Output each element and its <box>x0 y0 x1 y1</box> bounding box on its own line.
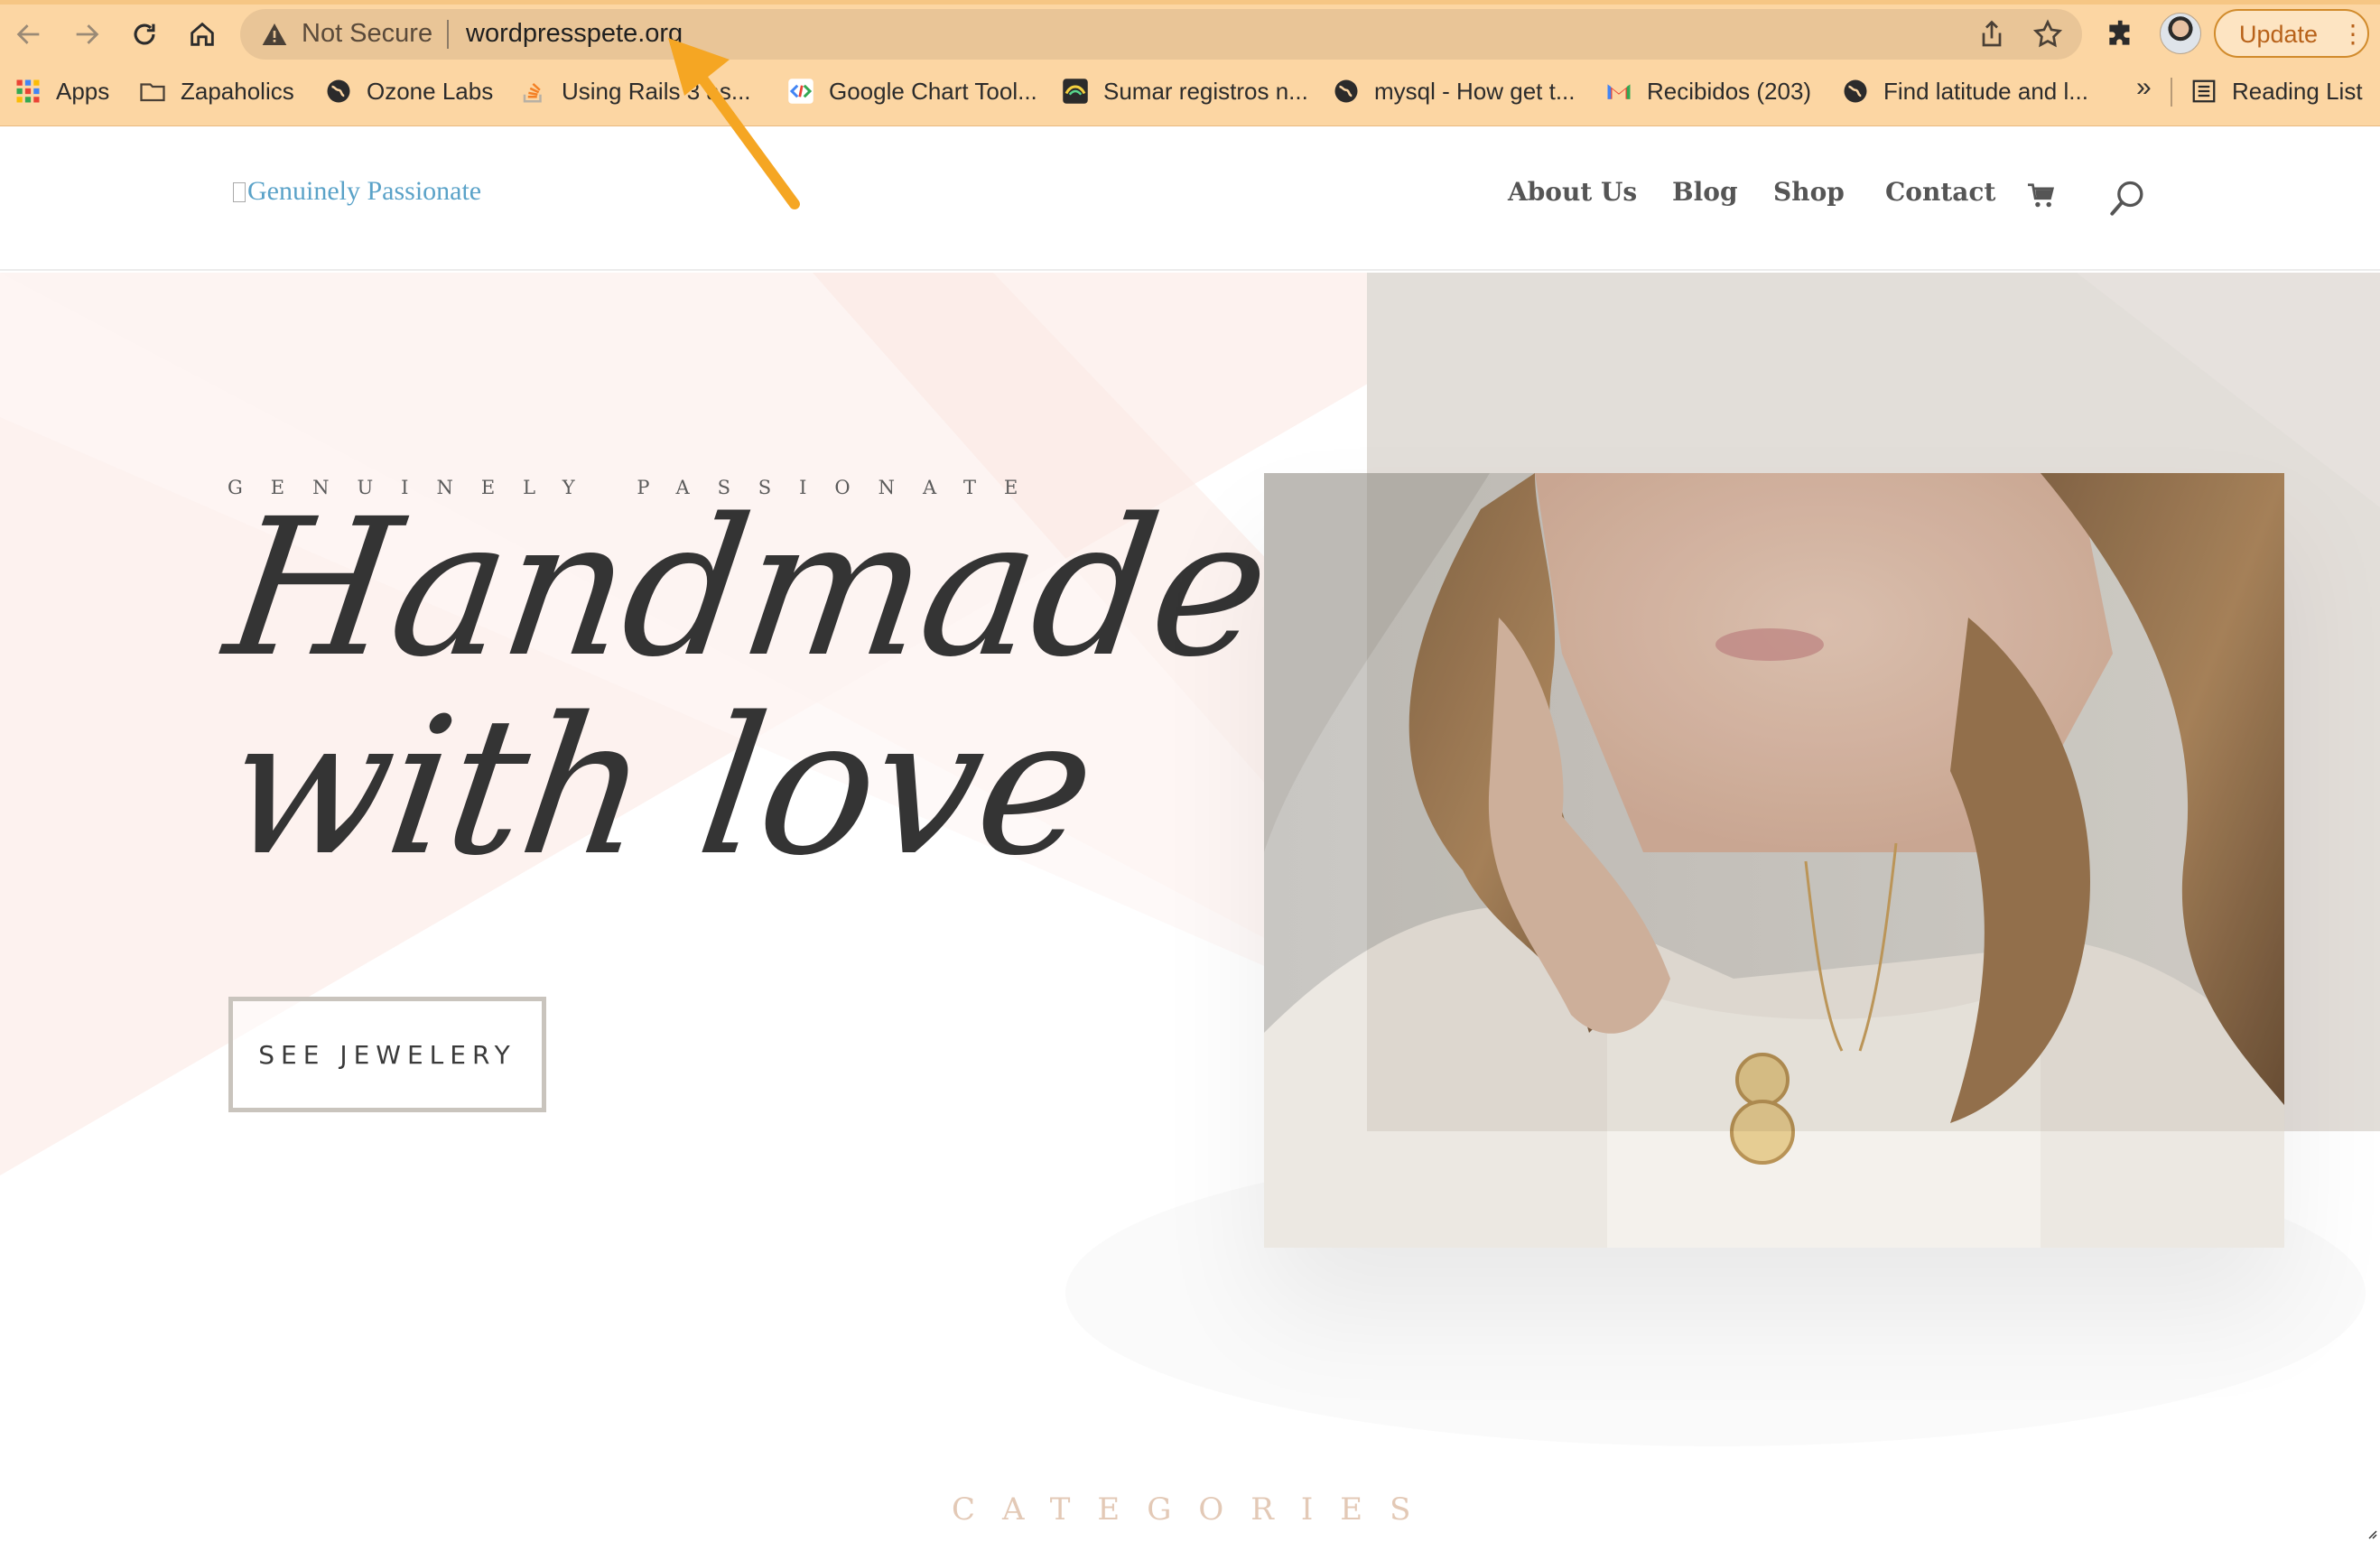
update-label: Update <box>2239 21 2319 48</box>
nav-shop[interactable]: Shop <box>1773 177 1845 207</box>
extensions-puzzle-icon[interactable] <box>2104 16 2138 51</box>
share-icon[interactable] <box>1976 18 2008 51</box>
bookmark-label: Recibidos (203) <box>1647 77 1812 105</box>
bookmark-google-chart-tools[interactable]: Google Chart Tool... <box>787 70 1037 112</box>
home-button[interactable] <box>181 13 224 56</box>
site-icon <box>1063 79 1088 104</box>
arrow-right-icon <box>76 24 99 44</box>
reading-list-label: Reading List <box>2232 77 2363 105</box>
cta-label: SEE JEWELERY <box>258 1039 516 1070</box>
search-icon[interactable] <box>2109 179 2145 218</box>
categories-heading: CATEGORIES <box>952 1491 1438 1528</box>
site-header: Genuinely Passionate About Us Blog Shop … <box>0 126 2380 271</box>
gmail-icon <box>1607 84 1631 99</box>
bookmark-label: Ozone Labs <box>367 77 494 105</box>
profile-avatar[interactable] <box>2160 13 2201 54</box>
bookmark-apps[interactable]: Apps <box>14 70 109 112</box>
reload-icon <box>134 23 155 45</box>
address-bar[interactable]: Not Secure wordpresspete.org <box>240 9 2082 60</box>
bookmark-label: Sumar registros n... <box>1103 77 1308 105</box>
bookmark-sumar-registros[interactable]: Sumar registros n... <box>1062 70 1308 112</box>
nav-contact[interactable]: Contact <box>1885 177 1995 207</box>
bookmark-label: mysql - How get t... <box>1374 77 1576 105</box>
logo-alt-text: Genuinely Passionate <box>247 176 482 206</box>
bookmark-star-icon[interactable] <box>2031 18 2064 51</box>
cart-icon[interactable] <box>2026 182 2057 209</box>
bookmark-label: Apps <box>56 77 110 105</box>
globe-icon <box>327 79 350 103</box>
broken-image-icon <box>233 182 246 202</box>
update-button[interactable]: Update ⋮ <box>2214 9 2369 58</box>
bookmark-zapaholics[interactable]: Zapaholics <box>139 70 294 112</box>
nav-about-us[interactable]: About Us <box>1508 177 1637 207</box>
security-label[interactable]: Not Secure <box>302 19 432 49</box>
bookmarks-bar: Apps Zapaholics Ozone Labs Using Rails 3… <box>0 70 2380 112</box>
back-button[interactable] <box>7 13 51 56</box>
warning-icon <box>262 23 287 45</box>
headline-line-1: Handmade <box>215 478 1280 699</box>
arrow-left-icon <box>16 24 40 44</box>
hero-section: GENUINELY PASSIONATE Handmade with love … <box>0 273 2380 1542</box>
reading-list-icon <box>2192 79 2216 103</box>
nav-blog[interactable]: Blog <box>1672 177 1738 207</box>
forward-button[interactable] <box>65 13 108 56</box>
omnibox-divider <box>447 20 449 49</box>
decorative-overlay <box>1367 273 2380 1131</box>
bookmark-label: Find latitude and l... <box>1883 77 2088 105</box>
home-icon <box>191 22 214 46</box>
stack-overflow-icon <box>523 82 542 103</box>
bookmark-ozone-labs[interactable]: Ozone Labs <box>325 70 493 112</box>
folder-icon <box>140 83 165 102</box>
reading-list-button[interactable]: Reading List <box>2190 70 2363 112</box>
bookmark-recibidos[interactable]: Recibidos (203) <box>1605 70 1811 112</box>
annotation-arrow-icon <box>668 38 800 209</box>
apps-grid-icon <box>16 79 40 103</box>
hero-headline: Handmade with love <box>215 478 1279 897</box>
tab-strip-edge <box>0 0 2380 5</box>
reload-button[interactable] <box>123 13 166 56</box>
headline-line-2: with love <box>215 676 1106 897</box>
kebab-menu-icon: ⋮ <box>2340 20 2366 48</box>
site-logo[interactable]: Genuinely Passionate <box>233 176 481 207</box>
globe-icon <box>1334 79 1358 103</box>
bookmarks-divider <box>2171 78 2172 107</box>
resize-grip-icon[interactable] <box>2367 1529 2378 1540</box>
see-jewelery-button[interactable]: SEE JEWELERY <box>228 997 546 1112</box>
web-page: Genuinely Passionate About Us Blog Shop … <box>0 126 2380 1542</box>
globe-icon <box>1844 79 1867 103</box>
more-bookmarks-button[interactable]: » <box>2136 72 2152 103</box>
bookmark-label: Google Chart Tool... <box>829 77 1037 105</box>
browser-toolbar: Not Secure wordpresspete.org Update ⋮ Ap… <box>0 0 2380 126</box>
bookmark-find-latitude[interactable]: Find latitude and l... <box>1842 70 2088 112</box>
bookmark-mysql[interactable]: mysql - How get t... <box>1333 70 1576 112</box>
bookmark-label: Zapaholics <box>181 77 294 105</box>
url-text[interactable]: wordpresspete.org <box>466 19 683 49</box>
